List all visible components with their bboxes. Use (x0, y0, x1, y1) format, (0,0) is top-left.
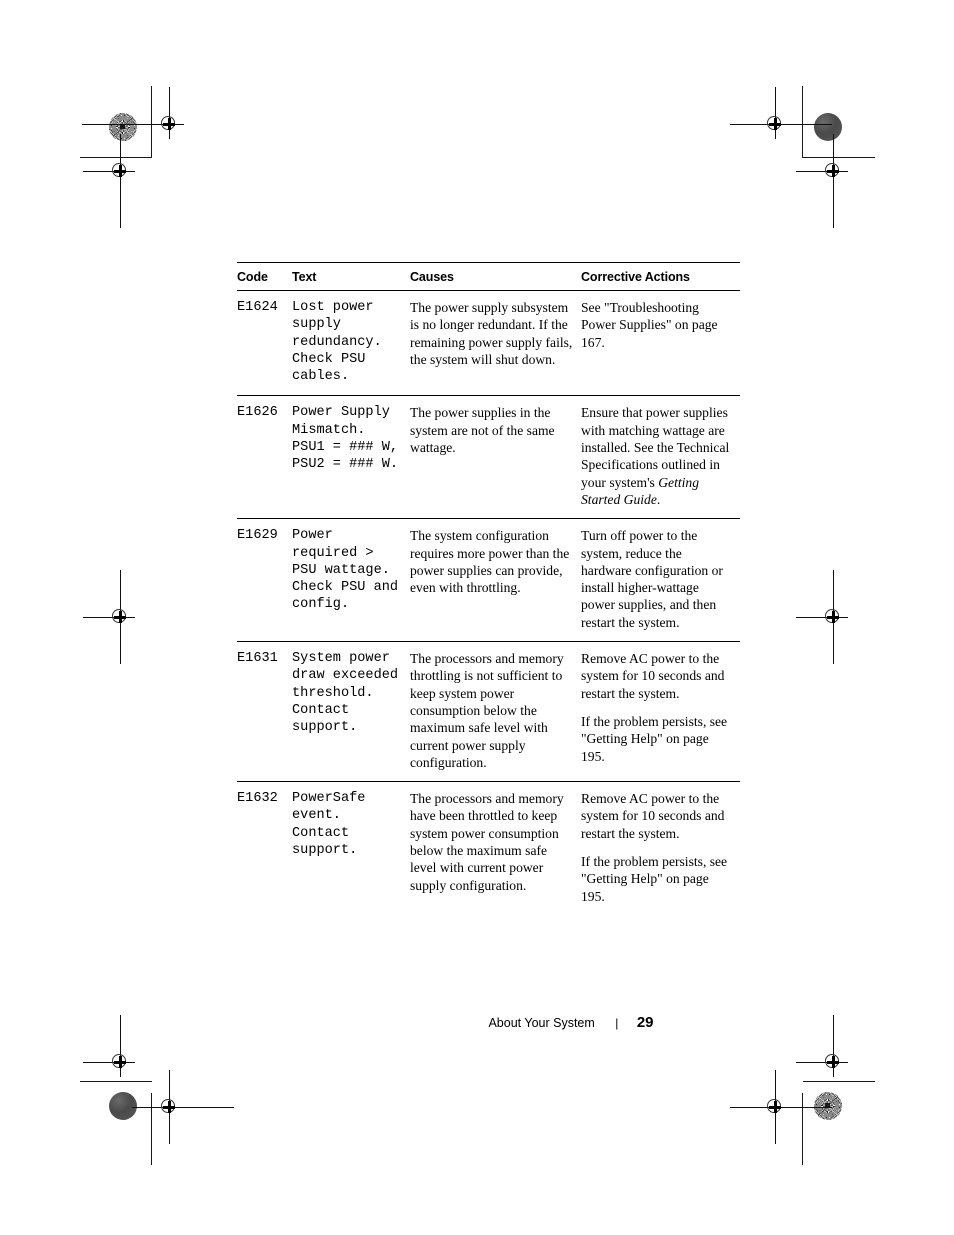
cell-code: E1631 (237, 641, 292, 783)
column-header-text: Text (292, 262, 410, 291)
table-header-row: Code Text Causes Corrective Actions (237, 262, 740, 291)
cell-code: E1629 (237, 518, 292, 643)
cell-text: Lost power supply redundancy. Check PSU … (292, 290, 410, 397)
table-row: E1629 Power required > PSU wattage. Chec… (237, 518, 740, 643)
registration-target-bottom-left-inner (132, 1070, 234, 1144)
halftone-patch-top-right (814, 113, 842, 141)
cell-text: Power required > PSU wattage. Check PSU … (292, 518, 410, 643)
action-paragraph: If the problem persists, see "Getting He… (581, 713, 728, 764)
cell-corrective-action: Turn off power to the system, reduce the… (581, 518, 740, 643)
registration-target-bottom-right-inner (730, 1070, 832, 1144)
cell-corrective-action: Remove AC power to the system for 10 sec… (581, 641, 740, 783)
crop-line-horizontal (80, 1081, 152, 1082)
table-row: E1626 Power Supply Mismatch. PSU1 = ### … (237, 395, 740, 520)
cell-cause: The system configuration requires more p… (410, 518, 581, 643)
cell-text: Power Supply Mismatch. PSU1 = ### W, PSU… (292, 395, 410, 520)
action-paragraph: If the problem persists, see "Getting He… (581, 854, 728, 904)
table-row: E1632 PowerSafe event. Contact support. … (237, 782, 740, 915)
halftone-patch-top-left (109, 113, 137, 141)
action-paragraph: Remove AC power to the system for 10 sec… (581, 651, 725, 701)
footer-separator: | (615, 1016, 619, 1030)
document-page: Code Text Causes Corrective Actions E162… (0, 0, 954, 1235)
cell-cause: The processors and memory throttling is … (410, 641, 581, 783)
footer-chapter-title: About Your System (488, 1016, 595, 1030)
footer-page-number: 29 (636, 1014, 654, 1031)
system-event-code-table: Code Text Causes Corrective Actions E162… (237, 262, 740, 915)
column-header-code: Code (237, 262, 292, 291)
cell-cause: The processors and memory have been thro… (410, 791, 564, 893)
page-footer: About Your System | 29 (0, 1014, 954, 1032)
action-paragraph: Ensure that power supplies with matching… (581, 405, 730, 507)
italic-book-title: Getting Started Guide (581, 474, 699, 507)
cell-text: PowerSafe event. Contact support. (292, 791, 366, 859)
registration-target-top-right-inner (730, 87, 832, 139)
crop-line-horizontal (803, 1081, 875, 1082)
registration-target-bottom-left-outer (83, 1015, 135, 1077)
registration-target-top-right-outer (796, 134, 848, 228)
table-row: E1624 Lost power supply redundancy. Chec… (237, 290, 740, 397)
crop-line-vertical (802, 86, 803, 158)
table-row: E1631 System power draw exceeded thresho… (237, 641, 740, 783)
action-paragraph: Turn off power to the system, reduce the… (581, 528, 723, 630)
cell-cause: The power supplies in the system are not… (410, 395, 581, 520)
cell-corrective-action: Ensure that power supplies with matching… (581, 395, 740, 520)
cell-corrective-action: See "Troubleshooting Power Supplies" on … (581, 290, 740, 397)
cell-cause: The power supply subsystem is no longer … (410, 290, 581, 397)
cell-code: E1626 (237, 395, 292, 520)
crop-line-vertical (151, 86, 152, 158)
registration-target-bottom-right-outer (796, 1015, 848, 1077)
action-paragraph: Remove AC power to the system for 10 sec… (581, 791, 725, 841)
action-paragraph: See "Troubleshooting Power Supplies" on … (581, 300, 718, 350)
registration-target-top-left-outer (83, 134, 135, 228)
registration-target-middle-left (83, 570, 135, 664)
cell-code: E1632 (237, 791, 278, 807)
cell-text: System power draw exceeded threshold. Co… (292, 641, 410, 783)
column-header-corrective-actions: Corrective Actions (581, 262, 740, 291)
column-header-causes: Causes (410, 262, 581, 291)
cell-code: E1624 (237, 290, 292, 397)
crop-line-vertical (151, 1093, 152, 1165)
registration-target-middle-right (796, 570, 848, 664)
cell-corrective-action: Remove AC power to the system for 10 sec… (581, 782, 740, 915)
registration-target-top-left-inner (82, 87, 184, 139)
crop-line-vertical (802, 1093, 803, 1165)
